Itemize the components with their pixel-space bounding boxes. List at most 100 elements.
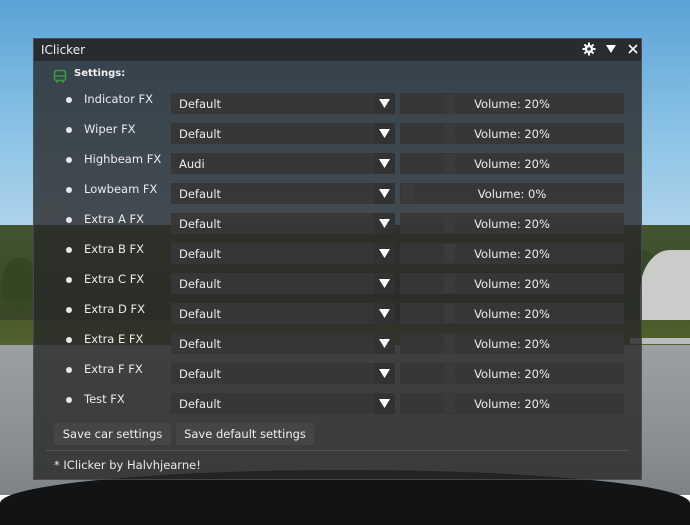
volume-slider[interactable]: Volume: 20% — [400, 93, 624, 114]
sound-dropdown-value: Default — [179, 97, 222, 111]
sound-dropdown-value: Default — [179, 127, 222, 141]
sound-dropdown[interactable]: Default — [171, 393, 395, 414]
fx-row: Extra B FX Default Volume: 20% — [34, 240, 634, 264]
bullet-icon — [66, 97, 72, 103]
triangle-down-icon[interactable] — [374, 363, 395, 384]
fx-row: Extra D FX Default Volume: 20% — [34, 300, 634, 324]
volume-slider-text: Volume: 20% — [474, 127, 550, 141]
volume-slider-text: Volume: 0% — [477, 187, 547, 201]
fx-row: Test FX Default Volume: 20% — [34, 390, 634, 414]
volume-slider[interactable]: Volume: 20% — [400, 153, 624, 174]
fx-row: Extra C FX Default Volume: 20% — [34, 270, 634, 294]
fx-label: Extra B FX — [84, 242, 145, 256]
fx-label: Test FX — [84, 392, 125, 406]
sound-dropdown-value: Default — [179, 277, 222, 291]
triangle-down-icon[interactable] — [374, 273, 395, 294]
bullet-icon — [66, 277, 72, 283]
bullet-icon — [66, 397, 72, 403]
sound-dropdown[interactable]: Default — [171, 333, 395, 354]
fx-row: Extra E FX Default Volume: 20% — [34, 330, 634, 354]
sound-dropdown[interactable]: Default — [171, 213, 395, 234]
volume-slider-text: Volume: 20% — [474, 367, 550, 381]
volume-slider[interactable]: Volume: 20% — [400, 363, 624, 384]
triangle-down-icon[interactable] — [374, 303, 395, 324]
fx-row: Highbeam FX Audi Volume: 20% — [34, 150, 634, 174]
volume-slider[interactable]: Volume: 20% — [400, 333, 624, 354]
triangle-down-icon[interactable] — [374, 183, 395, 204]
triangle-down-icon[interactable] — [374, 153, 395, 174]
sound-dropdown[interactable]: Default — [171, 363, 395, 384]
settings-header-label: Settings: — [74, 68, 126, 79]
volume-slider[interactable]: Volume: 0% — [400, 183, 624, 204]
footer-credit: * IClicker by Halvhjearne! — [54, 458, 201, 472]
fx-label: Lowbeam FX — [84, 182, 158, 196]
sound-dropdown-value: Audi — [179, 157, 205, 171]
divider — [46, 450, 629, 451]
triangle-down-icon[interactable] — [374, 93, 395, 114]
triangle-down-icon[interactable] — [374, 213, 395, 234]
sound-dropdown[interactable]: Default — [171, 303, 395, 324]
bullet-icon — [66, 247, 72, 253]
fx-label: Extra A FX — [84, 212, 145, 226]
fx-label: Extra E FX — [84, 332, 144, 346]
fx-row: Extra A FX Default Volume: 20% — [34, 210, 634, 234]
volume-slider-text: Volume: 20% — [474, 397, 550, 411]
volume-slider-text: Volume: 20% — [474, 307, 550, 321]
volume-slider-text: Volume: 20% — [474, 247, 550, 261]
triangle-down-icon[interactable] — [374, 393, 395, 414]
sound-dropdown-value: Default — [179, 397, 222, 411]
volume-slider[interactable]: Volume: 20% — [400, 273, 624, 294]
fx-row: Wiper FX Default Volume: 20% — [34, 120, 634, 144]
sound-dropdown-value: Default — [179, 367, 222, 381]
triangle-down-icon[interactable] — [374, 243, 395, 264]
volume-slider[interactable]: Volume: 20% — [400, 243, 624, 264]
gear-icon[interactable] — [582, 42, 596, 56]
fx-row: Extra F FX Default Volume: 20% — [34, 360, 634, 384]
sound-dropdown[interactable]: Audi — [171, 153, 395, 174]
sound-dropdown-value: Default — [179, 307, 222, 321]
fx-label: Extra D FX — [84, 302, 146, 316]
volume-slider-text: Volume: 20% — [474, 157, 550, 171]
volume-slider[interactable]: Volume: 20% — [400, 123, 624, 144]
bullet-icon — [66, 337, 72, 343]
volume-slider-text: Volume: 20% — [474, 337, 550, 351]
bus-icon — [53, 68, 67, 83]
volume-slider[interactable]: Volume: 20% — [400, 393, 624, 414]
save-car-settings-button[interactable]: Save car settings — [54, 423, 171, 445]
sound-dropdown-value: Default — [179, 247, 222, 261]
volume-slider[interactable]: Volume: 20% — [400, 303, 624, 324]
sound-dropdown[interactable]: Default — [171, 183, 395, 204]
volume-slider-text: Volume: 20% — [474, 97, 550, 111]
fx-row: Lowbeam FX Default Volume: 0% — [34, 180, 634, 204]
fx-label: Extra F FX — [84, 362, 143, 376]
bullet-icon — [66, 187, 72, 193]
fx-label: Wiper FX — [84, 122, 136, 136]
fx-row: Indicator FX Default Volume: 20% — [34, 90, 634, 114]
sound-dropdown-value: Default — [179, 337, 222, 351]
fx-label: Indicator FX — [84, 92, 153, 106]
fx-label: Extra C FX — [84, 272, 145, 286]
bullet-icon — [66, 367, 72, 373]
volume-slider-text: Volume: 20% — [474, 217, 550, 231]
window-title: IClicker — [41, 43, 86, 57]
sound-dropdown[interactable]: Default — [171, 93, 395, 114]
sound-dropdown[interactable]: Default — [171, 123, 395, 144]
triangle-down-icon[interactable] — [374, 333, 395, 354]
collapse-triangle-icon[interactable] — [604, 42, 618, 56]
volume-slider[interactable]: Volume: 20% — [400, 213, 624, 234]
sound-dropdown-value: Default — [179, 187, 222, 201]
sound-dropdown[interactable]: Default — [171, 243, 395, 264]
close-icon[interactable] — [626, 42, 640, 56]
bullet-icon — [66, 157, 72, 163]
triangle-down-icon[interactable] — [374, 123, 395, 144]
iclicker-window: IClicker Settings: Indicator FX Default … — [33, 38, 642, 480]
save-default-settings-button[interactable]: Save default settings — [176, 423, 314, 445]
title-bar[interactable]: IClicker — [34, 39, 641, 61]
bullet-icon — [66, 217, 72, 223]
sound-dropdown[interactable]: Default — [171, 273, 395, 294]
fx-label: Highbeam FX — [84, 152, 162, 166]
bullet-icon — [66, 127, 72, 133]
volume-slider-text: Volume: 20% — [474, 277, 550, 291]
bullet-icon — [66, 307, 72, 313]
sound-dropdown-value: Default — [179, 217, 222, 231]
